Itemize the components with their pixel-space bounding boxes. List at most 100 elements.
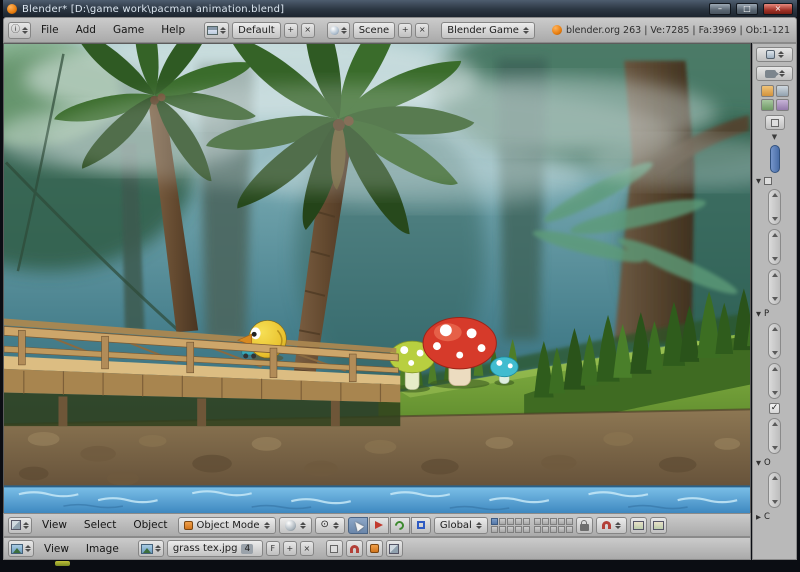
tab-render[interactable]: [760, 85, 774, 97]
editor-type-button-properties[interactable]: [756, 47, 793, 62]
layer-toggle[interactable]: [565, 517, 573, 525]
layer-toggle[interactable]: [522, 517, 530, 525]
rotate-manipulator-button[interactable]: [389, 516, 410, 534]
render-image-icon: [632, 520, 644, 530]
scene-selector[interactable]: Scene: [352, 21, 396, 39]
value-slider[interactable]: [768, 229, 781, 265]
image-name-field[interactable]: grass tex.jpg 4: [166, 540, 263, 557]
value-slider[interactable]: [768, 269, 781, 305]
layer-toggle[interactable]: [549, 525, 557, 533]
layer-toggle[interactable]: [522, 525, 530, 533]
editor-type-button-info[interactable]: ⓘ: [8, 21, 32, 39]
layer-toggle[interactable]: [533, 525, 541, 533]
scale-manipulator-button[interactable]: [410, 516, 431, 534]
menu-view-3d[interactable]: View: [35, 517, 74, 533]
layer-toggle[interactable]: [565, 525, 573, 533]
menu-file[interactable]: File: [34, 22, 66, 38]
window-titlebar[interactable]: Blender* [D:\game work\pacman animation.…: [3, 0, 797, 17]
properties-pin-button[interactable]: [764, 115, 785, 130]
manipulator-toggle-button[interactable]: [347, 516, 368, 534]
screen-layout-add-button[interactable]: +: [283, 22, 298, 38]
layer-toggle[interactable]: [541, 517, 549, 525]
close-button[interactable]: ×: [763, 3, 793, 15]
scene-browse-button[interactable]: [326, 21, 350, 39]
image-pin-button[interactable]: [325, 540, 343, 557]
properties-context-selector[interactable]: [756, 66, 793, 81]
snap-selector[interactable]: [595, 516, 627, 534]
panel-header-p[interactable]: ▼ P: [754, 309, 795, 319]
layer-toggle[interactable]: [498, 525, 506, 533]
layer-toggle[interactable]: [490, 517, 498, 525]
menu-object[interactable]: Object: [126, 517, 174, 533]
menu-select[interactable]: Select: [77, 517, 123, 533]
viewport-scene[interactable]: [4, 44, 750, 513]
3d-viewport[interactable]: [3, 43, 751, 513]
screen-layout-browse-button[interactable]: [204, 21, 230, 39]
pivot-point-selector[interactable]: ⊙: [314, 516, 345, 534]
menu-image[interactable]: Image: [79, 541, 126, 557]
layer-toggle[interactable]: [506, 517, 514, 525]
scene-add-button[interactable]: +: [398, 22, 413, 38]
chevron-updown-icon: [263, 521, 270, 529]
transform-orientation-selector[interactable]: Global: [433, 516, 488, 534]
scene-delete-button[interactable]: ×: [415, 22, 430, 38]
editor-type-button-3dview[interactable]: [8, 516, 32, 534]
scene-statistics: blender.org 263 | Ve:7285 | Fa:3969 | Ob…: [551, 25, 792, 36]
uv-vertex-button[interactable]: [365, 540, 383, 557]
editor-type-button-image[interactable]: [8, 540, 34, 557]
layer-toggle[interactable]: [514, 517, 522, 525]
layer-toggle[interactable]: [498, 517, 506, 525]
render-opengl-anim-button[interactable]: [649, 516, 667, 534]
panel-collapse-icon[interactable]: ▼: [772, 134, 777, 141]
screen-layout-delete-button[interactable]: ×: [300, 22, 315, 38]
layer-toggle[interactable]: [541, 525, 549, 533]
mode-selector[interactable]: Object Mode: [177, 516, 276, 534]
menu-game[interactable]: Game: [106, 22, 151, 38]
menu-help[interactable]: Help: [154, 22, 192, 38]
maximize-button[interactable]: □: [736, 3, 758, 15]
vertical-toggle[interactable]: [769, 145, 780, 173]
tab-world[interactable]: [760, 99, 774, 111]
pointer-icon: [351, 518, 364, 532]
water[interactable]: [4, 485, 750, 513]
value-slider[interactable]: [768, 472, 781, 508]
minimize-button[interactable]: –: [709, 3, 731, 15]
image-editor-header: View Image grass tex.jpg 4 F + ×: [3, 537, 751, 560]
viewport-shading-selector[interactable]: [278, 516, 312, 534]
image-unlink-button[interactable]: ×: [299, 541, 314, 556]
panel-icon: [764, 177, 772, 185]
layer-grid-left: [490, 517, 530, 533]
render-opengl-button[interactable]: [629, 516, 647, 534]
fake-user-label: F: [270, 544, 276, 553]
properties-region[interactable]: ▼ ▼ ▼ P ✓ ▼ O ▶ C: [752, 43, 797, 560]
layer-toggle[interactable]: [506, 525, 514, 533]
layer-toggle[interactable]: [490, 525, 498, 533]
panel-header-o[interactable]: ▼ O: [754, 458, 795, 468]
lock-to-scene-button[interactable]: [575, 516, 593, 534]
screen-layout-selector[interactable]: Default: [232, 21, 281, 39]
menu-view-image[interactable]: View: [37, 541, 76, 557]
image-paint-button[interactable]: [385, 540, 403, 557]
paint-icon: [389, 543, 400, 554]
layer-toggle[interactable]: [557, 525, 565, 533]
panel-header-top[interactable]: ▼: [754, 177, 795, 185]
value-slider[interactable]: [768, 323, 781, 359]
menu-add[interactable]: Add: [69, 22, 103, 38]
uv-snap-button[interactable]: [345, 540, 363, 557]
render-engine-selector[interactable]: Blender Game: [441, 21, 535, 39]
layer-toggle[interactable]: [514, 525, 522, 533]
layer-toggle[interactable]: [557, 517, 565, 525]
translate-manipulator-button[interactable]: [368, 516, 389, 534]
value-slider[interactable]: [768, 418, 781, 454]
fake-user-button[interactable]: F: [265, 541, 280, 556]
image-browse-button[interactable]: [137, 540, 164, 557]
checkbox-enabled[interactable]: ✓: [769, 403, 780, 414]
tab-object[interactable]: [775, 99, 789, 111]
layer-toggle[interactable]: [533, 517, 541, 525]
value-slider[interactable]: [768, 363, 781, 399]
tab-scene[interactable]: [775, 85, 789, 97]
image-new-button[interactable]: +: [282, 541, 297, 556]
layer-toggle[interactable]: [549, 517, 557, 525]
value-slider[interactable]: [768, 189, 781, 225]
panel-header-c[interactable]: ▶ C: [754, 512, 795, 522]
